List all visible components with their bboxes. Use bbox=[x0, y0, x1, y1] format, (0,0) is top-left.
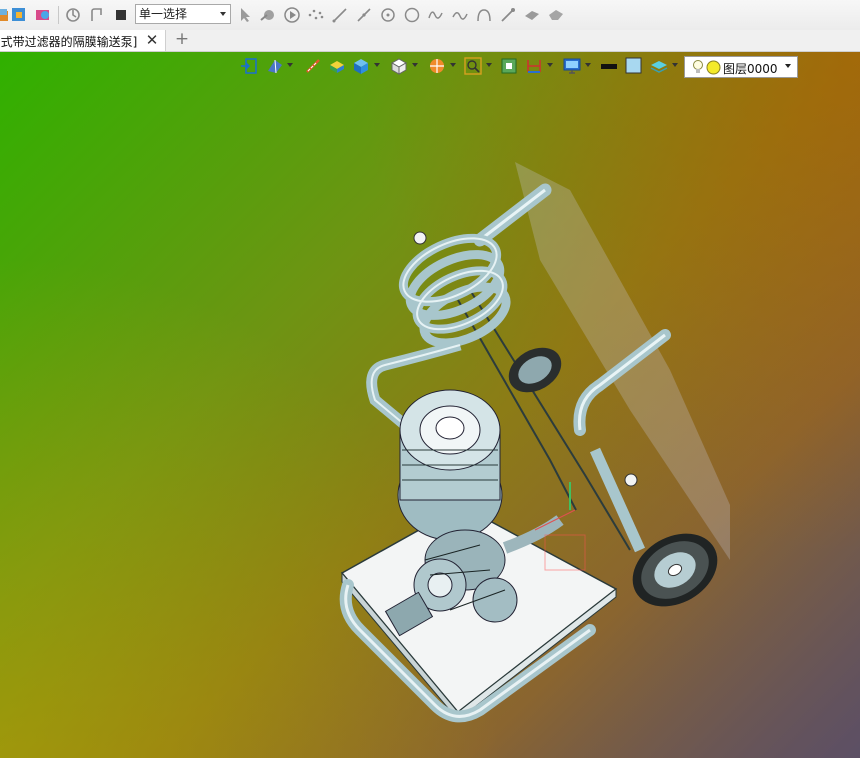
surface-icon[interactable] bbox=[523, 6, 541, 24]
snap-icon[interactable] bbox=[259, 6, 277, 24]
chevron-down-icon bbox=[785, 64, 791, 68]
chevron-down-icon bbox=[220, 12, 226, 16]
spline-icon[interactable] bbox=[451, 6, 469, 24]
document-tab-bar: [式带过滤器的隔膜输送泵] ✕ + bbox=[0, 30, 860, 52]
lightbulb-icon bbox=[691, 59, 705, 78]
solid-icon[interactable] bbox=[328, 57, 346, 75]
main-toolbar: 单一选择 bbox=[0, 0, 860, 31]
light-blue-color-icon[interactable] bbox=[625, 57, 643, 75]
black-color-icon[interactable] bbox=[600, 57, 618, 75]
add-tab-button[interactable]: + bbox=[174, 31, 190, 49]
section-icon[interactable] bbox=[428, 57, 446, 75]
pointer-icon[interactable] bbox=[236, 6, 254, 24]
close-icon[interactable]: ✕ bbox=[144, 31, 160, 49]
circle-center-icon[interactable] bbox=[379, 6, 397, 24]
cube-icon[interactable] bbox=[390, 57, 408, 75]
model-icon[interactable] bbox=[34, 6, 52, 24]
play-icon[interactable] bbox=[283, 6, 301, 24]
layer-color-icon bbox=[706, 60, 721, 78]
motor bbox=[397, 389, 503, 541]
view-orient-icon[interactable] bbox=[266, 57, 284, 75]
brush-icon[interactable] bbox=[499, 6, 517, 24]
fit-icon[interactable] bbox=[500, 57, 518, 75]
layer-select[interactable]: 图层0000 bbox=[684, 56, 798, 78]
measure-icon[interactable] bbox=[304, 57, 322, 75]
tab-document[interactable]: [式带过滤器的隔膜输送泵] ✕ bbox=[0, 30, 166, 51]
tab-document-label: [式带过滤器的隔膜输送泵] bbox=[0, 35, 138, 49]
view-toolbar: 图层0000 bbox=[240, 55, 800, 78]
circle-icon[interactable] bbox=[403, 6, 421, 24]
line-icon[interactable] bbox=[331, 6, 349, 24]
pen-line-icon[interactable] bbox=[355, 6, 373, 24]
dimension-icon[interactable] bbox=[525, 57, 543, 75]
layer-value: 图层0000 bbox=[723, 62, 778, 76]
arc-icon[interactable] bbox=[475, 6, 493, 24]
3d-viewport[interactable]: 图层0000 bbox=[0, 52, 860, 758]
point-cloud-icon[interactable] bbox=[307, 6, 325, 24]
path-icon[interactable] bbox=[88, 6, 106, 24]
selection-mode-value: 单一选择 bbox=[139, 7, 188, 21]
pump-cart-model[interactable] bbox=[330, 130, 730, 730]
assembly-icon[interactable] bbox=[10, 6, 28, 24]
cube-shade-icon[interactable] bbox=[352, 57, 370, 75]
exit-view-icon[interactable] bbox=[240, 57, 258, 75]
wave-icon[interactable] bbox=[427, 6, 445, 24]
zoom-icon[interactable] bbox=[464, 57, 482, 75]
stop-icon[interactable] bbox=[112, 6, 130, 24]
layer-icon[interactable] bbox=[650, 57, 668, 75]
shape-icon[interactable] bbox=[547, 6, 565, 24]
display-icon[interactable] bbox=[563, 57, 581, 75]
selection-mode-select[interactable]: 单一选择 bbox=[135, 4, 231, 24]
rotate-icon[interactable] bbox=[64, 6, 82, 24]
